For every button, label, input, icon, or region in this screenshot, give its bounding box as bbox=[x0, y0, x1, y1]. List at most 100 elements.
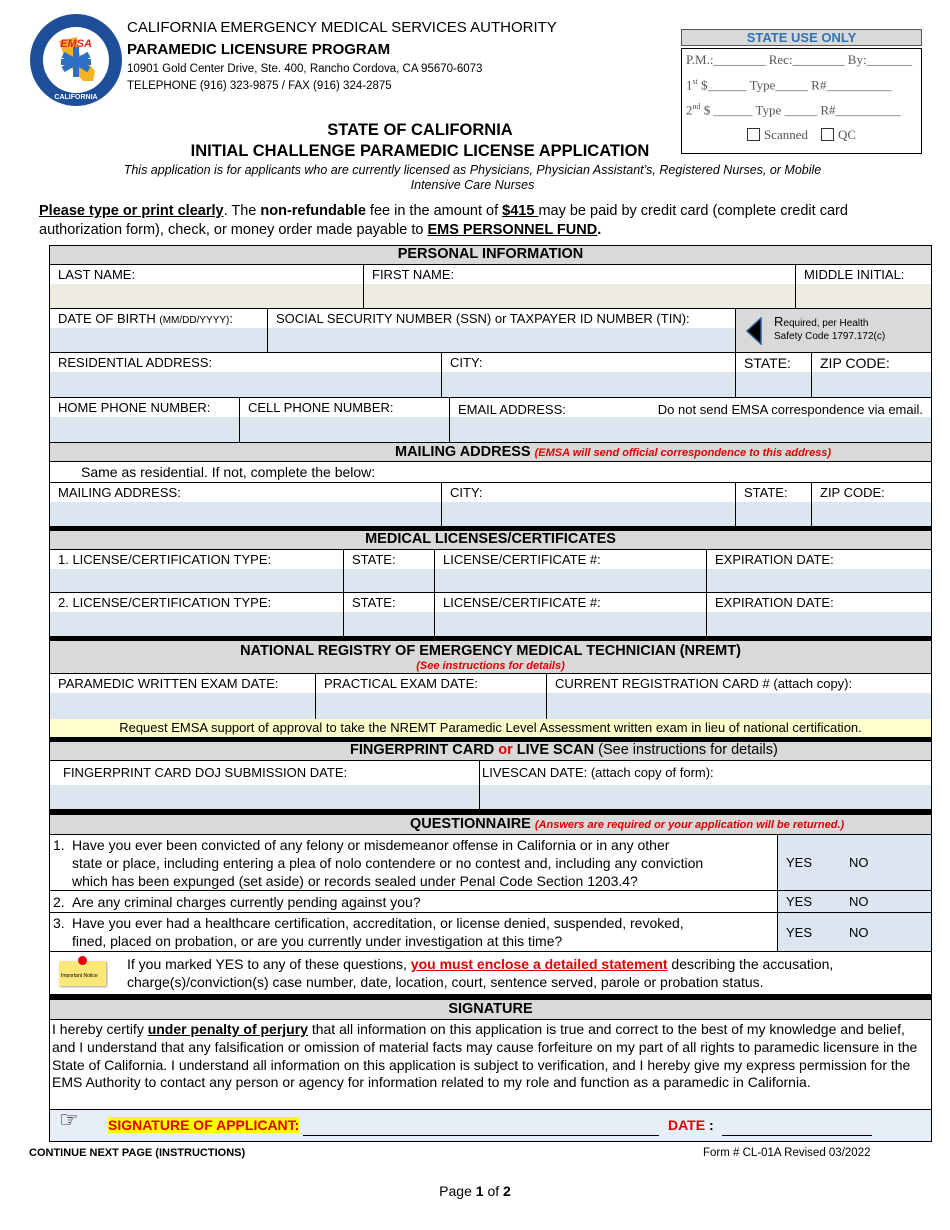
livescan-date-field[interactable]: LIVESCAN DATE: (attach copy of form): bbox=[480, 761, 931, 809]
important-notice: Important Notice If you marked YES to an… bbox=[50, 952, 931, 994]
question-2-no[interactable]: NO bbox=[849, 894, 869, 909]
signature-input[interactable] bbox=[303, 1116, 659, 1136]
ssn-label: SOCIAL SECURITY NUMBER (SSN) or TAXPAYER… bbox=[268, 309, 735, 328]
org-name: CALIFORNIA EMERGENCY MEDICAL SERVICES AU… bbox=[127, 19, 557, 36]
section-fingerprint: FINGERPRINT CARD or LIVE SCAN (See instr… bbox=[50, 742, 931, 761]
question-2-yes[interactable]: YES bbox=[786, 894, 812, 909]
form-number: Form # CL-01A Revised 03/2022 bbox=[703, 1147, 871, 1159]
ssn-field[interactable]: SOCIAL SECURITY NUMBER (SSN) or TAXPAYER… bbox=[268, 309, 736, 352]
mailing-city-label: CITY: bbox=[442, 483, 735, 502]
application-form: PERSONAL INFORMATION LAST NAME: FIRST NA… bbox=[49, 245, 932, 1142]
subtitle-line-1: This application is for applicants who a… bbox=[123, 163, 822, 177]
title-state: STATE OF CALIFORNIA bbox=[327, 121, 513, 139]
signature-row: ☞ SIGNATURE OF APPLICANT: DATE : bbox=[50, 1107, 931, 1141]
residential-address-field[interactable]: RESIDENTIAL ADDRESS: bbox=[50, 353, 442, 397]
license-2-expiration-field[interactable]: EXPIRATION DATE: bbox=[707, 593, 931, 636]
qc-checkbox[interactable] bbox=[820, 128, 834, 141]
date-label: DATE : bbox=[668, 1117, 714, 1133]
state-use-box: P.M.:________ Rec:________ By:_______ 1s… bbox=[681, 48, 922, 154]
license-1-type-field[interactable]: 1. LICENSE/CERTIFICATION TYPE: bbox=[50, 550, 344, 592]
question-1-yes[interactable]: YES bbox=[786, 855, 812, 870]
svg-text:EMSA: EMSA bbox=[60, 38, 92, 50]
question-1-no[interactable]: NO bbox=[849, 855, 869, 870]
first-name-label: FIRST NAME: bbox=[364, 265, 795, 284]
middle-initial-field[interactable]: MIDDLE INITIAL: bbox=[796, 265, 931, 308]
state-label: STATE: bbox=[736, 353, 811, 372]
mailing-zip-label: ZIP CODE: bbox=[812, 483, 931, 502]
city-field[interactable]: CITY: bbox=[442, 353, 736, 397]
mailing-zip-field[interactable]: ZIP CODE: bbox=[812, 483, 931, 526]
page-number: Page 1 of 2 bbox=[439, 1183, 511, 1199]
scanned-label: Scanned bbox=[763, 127, 808, 142]
last-name-label: LAST NAME: bbox=[50, 265, 363, 284]
email-note: Do not send EMSA correspondence via emai… bbox=[657, 402, 923, 417]
first-name-field[interactable]: FIRST NAME: bbox=[364, 265, 796, 308]
state-field[interactable]: STATE: bbox=[736, 353, 812, 397]
question-2-answer: YES NO bbox=[778, 891, 931, 913]
state-use-line-2: 1st $______ Type_____ R#__________ bbox=[686, 77, 892, 93]
license-1-state-field[interactable]: STATE: bbox=[344, 550, 435, 592]
date-input[interactable] bbox=[722, 1116, 872, 1136]
question-3-no[interactable]: NO bbox=[849, 925, 869, 940]
cell-phone-field[interactable]: CELL PHONE NUMBER: bbox=[240, 398, 450, 442]
mailing-address-field[interactable]: MAILING ADDRESS: bbox=[50, 483, 442, 526]
program-name: PARAMEDIC LICENSURE PROGRAM bbox=[127, 41, 391, 58]
section-medical-licenses: MEDICAL LICENSES/CERTIFICATES bbox=[50, 531, 931, 550]
same-as-residential-note: Same as residential. If not, complete th… bbox=[50, 462, 931, 483]
mailing-state-field[interactable]: STATE: bbox=[736, 483, 812, 526]
signature-label: SIGNATURE OF APPLICANT: bbox=[108, 1117, 300, 1133]
fingerprint-doj-field[interactable]: FINGERPRINT CARD DOJ SUBMISSION DATE: bbox=[50, 761, 480, 809]
section-signature: SIGNATURE bbox=[50, 1000, 931, 1020]
nremt-written-field[interactable]: PARAMEDIC WRITTEN EXAM DATE: bbox=[50, 674, 316, 719]
zip-code-field[interactable]: ZIP CODE: bbox=[812, 353, 931, 397]
nremt-card-field[interactable]: CURRENT REGISTRATION CARD # (attach copy… bbox=[547, 674, 931, 719]
residential-address-label: RESIDENTIAL ADDRESS: bbox=[50, 353, 441, 372]
license-row-2: 2. LICENSE/CERTIFICATION TYPE: STATE: LI… bbox=[50, 593, 931, 636]
section-nremt: NATIONAL REGISTRY OF EMERGENCY MEDICAL T… bbox=[50, 641, 931, 674]
home-phone-field[interactable]: HOME PHONE NUMBER: bbox=[50, 398, 240, 442]
title-form: INITIAL CHALLENGE PARAMEDIC LICENSE APPL… bbox=[190, 142, 650, 160]
middle-initial-label: MIDDLE INITIAL: bbox=[796, 265, 931, 284]
scanned-checkbox[interactable] bbox=[746, 128, 760, 141]
subtitle-line-2: Intensive Care Nurses bbox=[410, 178, 535, 192]
state-use-title: STATE USE ONLY bbox=[681, 29, 922, 46]
state-use-checks: Scanned QC bbox=[686, 127, 917, 143]
license-1-number-field[interactable]: LICENSE/CERTIFICATE #: bbox=[435, 550, 707, 592]
qc-label: QC bbox=[837, 127, 857, 142]
state-use-line-1: P.M.:________ Rec:________ By:_______ bbox=[686, 52, 913, 67]
mailing-address-label: MAILING ADDRESS: bbox=[50, 483, 441, 502]
svg-text:CALIFORNIA: CALIFORNIA bbox=[54, 94, 97, 101]
question-1: 1. Have you ever been convicted of any f… bbox=[50, 835, 778, 891]
license-1-expiration-field[interactable]: EXPIRATION DATE: bbox=[707, 550, 931, 592]
nremt-title: NATIONAL REGISTRY OF EMERGENCY MEDICAL T… bbox=[240, 643, 741, 659]
notice-text: If you marked YES to any of these questi… bbox=[127, 956, 834, 990]
last-name-field[interactable]: LAST NAME: bbox=[50, 265, 364, 308]
city-label: CITY: bbox=[442, 353, 735, 372]
sticky-note-icon: Important Notice bbox=[59, 956, 106, 986]
ssn-required-note: Required, per Health Safety Code 1797.172… bbox=[736, 309, 931, 352]
home-phone-label: HOME PHONE NUMBER: bbox=[50, 398, 239, 417]
email-field[interactable]: EMAIL ADDRESS: Do not send EMSA correspon… bbox=[450, 398, 931, 442]
mailing-state-label: STATE: bbox=[736, 483, 811, 502]
license-2-state-field[interactable]: STATE: bbox=[344, 593, 435, 636]
date-of-birth-label: DATE OF BIRTH (MM/DD/YYYY): bbox=[50, 309, 267, 328]
email-label: EMAIL ADDRESS: Do not send EMSA correspon… bbox=[450, 398, 931, 417]
section-personal-information: PERSONAL INFORMATION bbox=[50, 246, 931, 265]
pointing-hand-icon: ☞ bbox=[59, 1107, 79, 1132]
license-row-1: 1. LICENSE/CERTIFICATION TYPE: STATE: LI… bbox=[50, 550, 931, 593]
license-2-type-field[interactable]: 2. LICENSE/CERTIFICATION TYPE: bbox=[50, 593, 344, 636]
left-arrow-icon bbox=[746, 317, 762, 345]
org-phone: TELEPHONE (916) 323-9875 / FAX (916) 324… bbox=[127, 80, 392, 92]
question-2: 2. Are any criminal charges currently pe… bbox=[50, 891, 778, 913]
question-3-yes[interactable]: YES bbox=[786, 925, 812, 940]
date-of-birth-field[interactable]: DATE OF BIRTH (MM/DD/YYYY): bbox=[50, 309, 268, 352]
section-questionnaire: QUESTIONNAIRE (Answers are required or y… bbox=[50, 815, 931, 835]
zip-code-label: ZIP CODE: bbox=[812, 353, 931, 372]
state-use-line-3: 2nd $ ______ Type _____ R#__________ bbox=[686, 102, 901, 118]
intro-text: Please type or print clearly. The non-re… bbox=[39, 203, 848, 238]
mailing-city-field[interactable]: CITY: bbox=[442, 483, 736, 526]
nremt-practical-field[interactable]: PRACTICAL EXAM DATE: bbox=[316, 674, 547, 719]
org-address: 10901 Gold Center Drive, Ste. 400, Ranch… bbox=[127, 63, 483, 75]
cell-phone-label: CELL PHONE NUMBER: bbox=[240, 398, 449, 417]
license-2-number-field[interactable]: LICENSE/CERTIFICATE #: bbox=[435, 593, 707, 636]
